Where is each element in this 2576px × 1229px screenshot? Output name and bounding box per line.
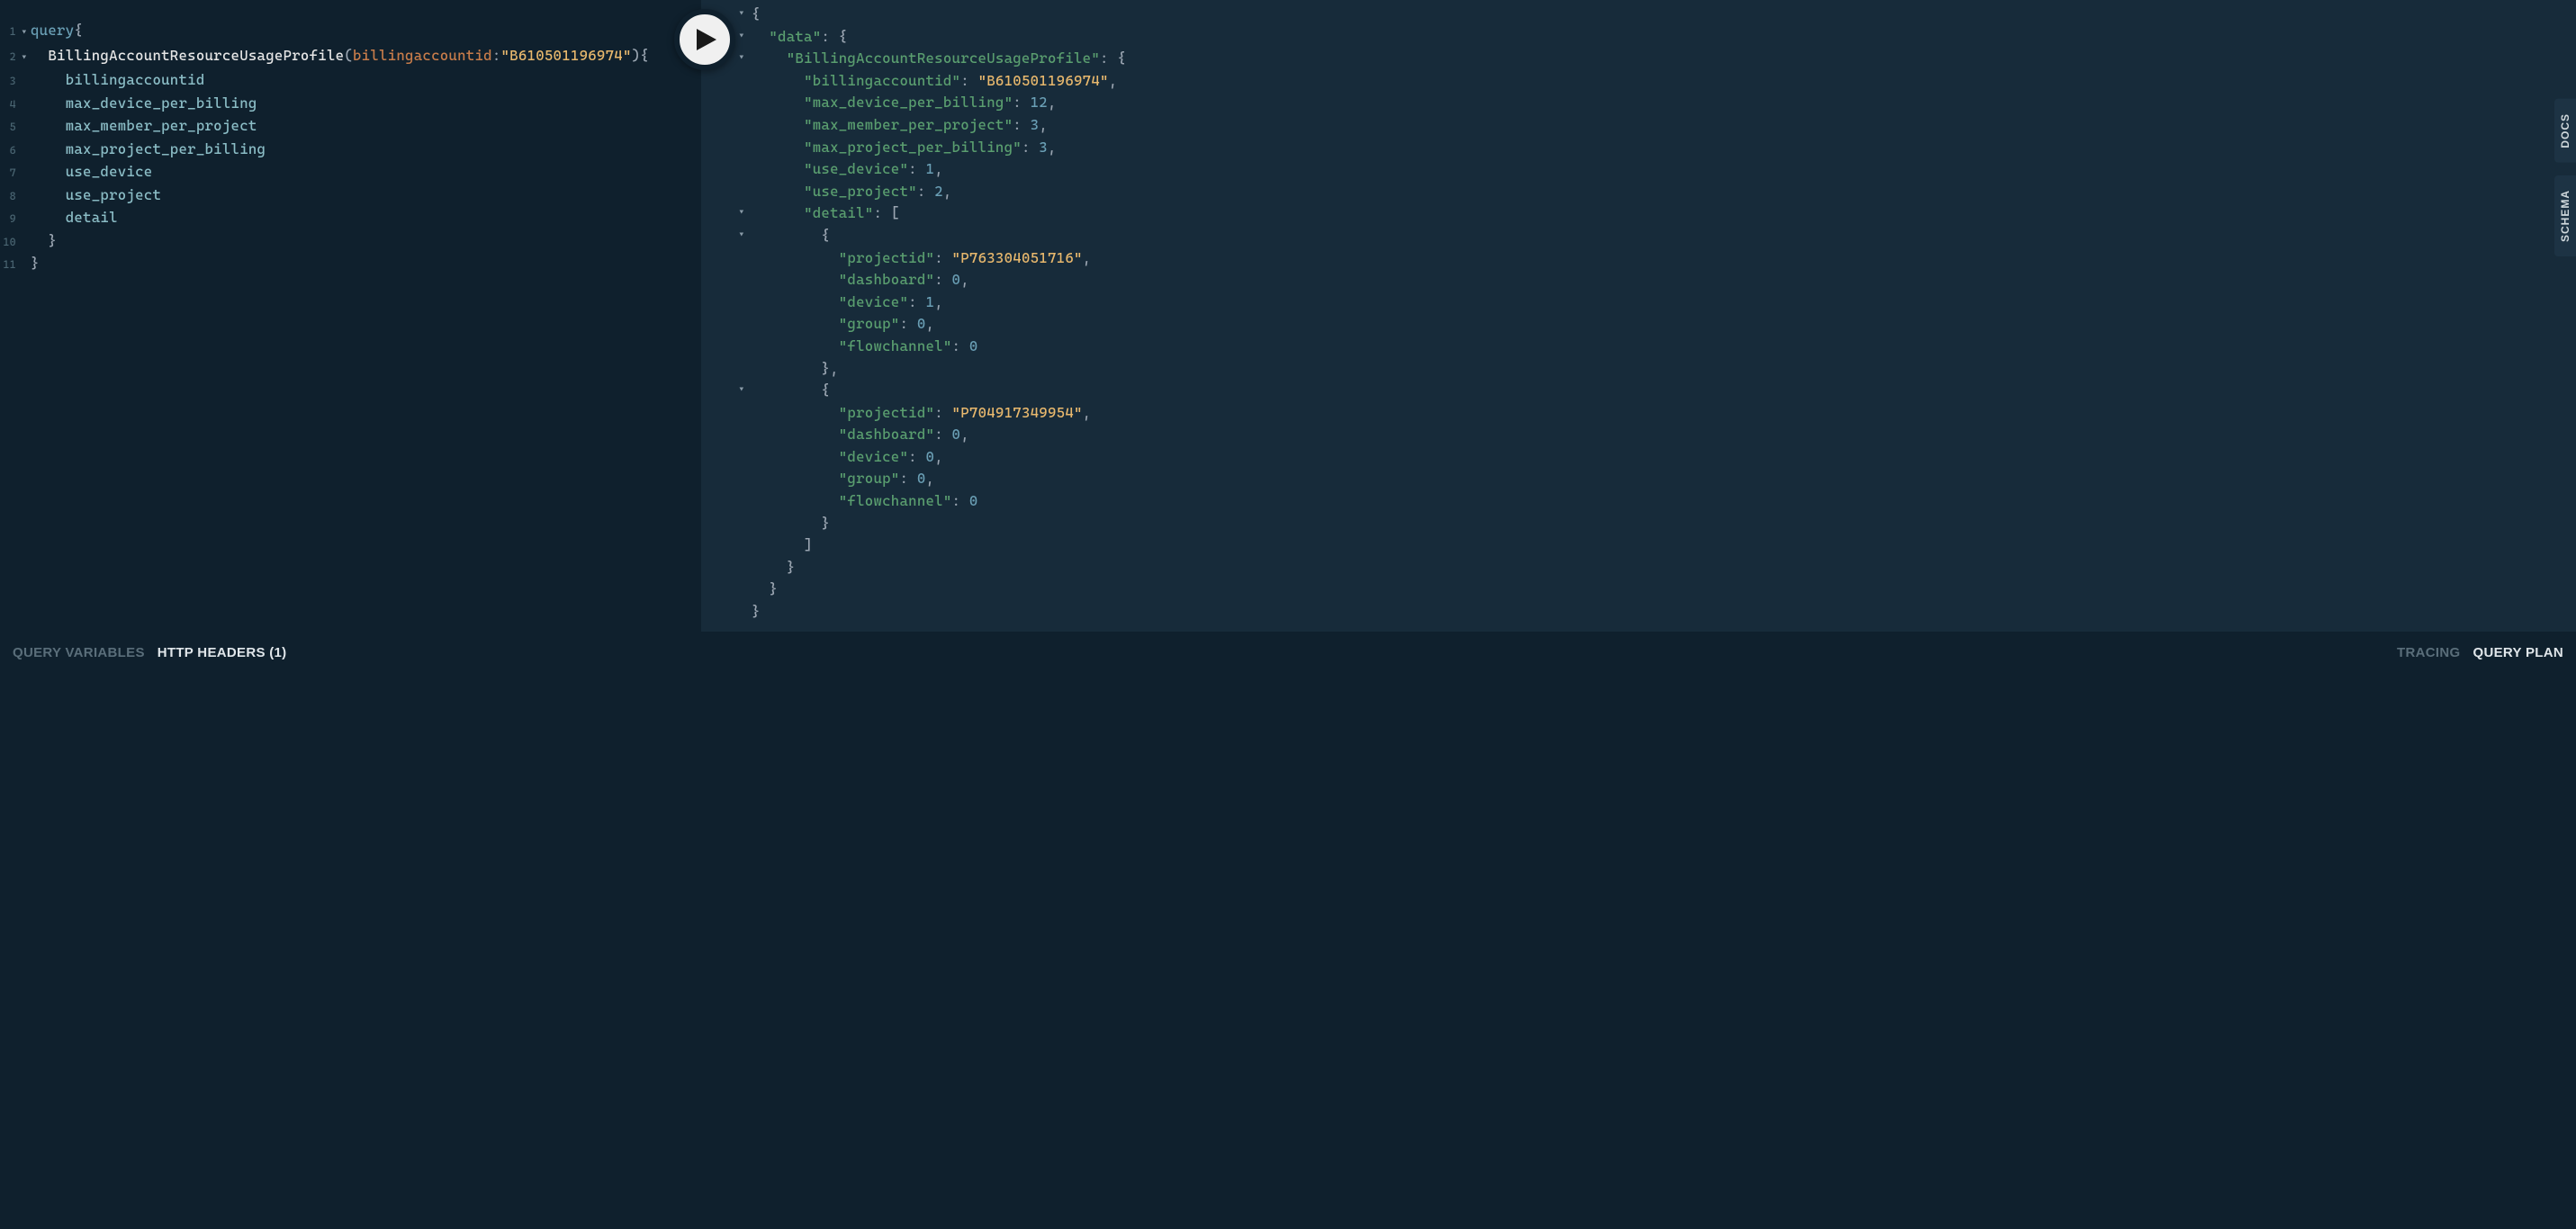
fold-toggle bbox=[701, 513, 752, 535]
result-line: "flowchannel": 0 bbox=[701, 336, 2576, 358]
fold-toggle bbox=[701, 247, 752, 270]
fold-toggle bbox=[701, 292, 752, 314]
editor-line[interactable]: 10 } bbox=[0, 230, 701, 254]
fold-toggle bbox=[701, 269, 752, 292]
query-variables-tab[interactable]: QUERY VARIABLES bbox=[13, 645, 145, 660]
execute-query-button[interactable] bbox=[674, 9, 735, 70]
result-line: "flowchannel": 0 bbox=[701, 490, 2576, 513]
line-number: 1 bbox=[0, 21, 18, 43]
editor-line[interactable]: 6 max_project_per_billing bbox=[0, 139, 701, 162]
result-line: "max_member_per_project": 3, bbox=[701, 114, 2576, 137]
fold-toggle[interactable]: ▾ bbox=[18, 48, 31, 70]
result-line: "dashboard": 0, bbox=[701, 424, 2576, 446]
fold-toggle bbox=[701, 358, 752, 381]
fold-toggle bbox=[701, 114, 752, 137]
result-line: ▾ "detail": [ bbox=[701, 202, 2576, 225]
result-line: "device": 1, bbox=[701, 292, 2576, 314]
result-line: "projectid": "P763304051716", bbox=[701, 247, 2576, 270]
fold-toggle bbox=[701, 534, 752, 557]
result-line: "use_device": 1, bbox=[701, 158, 2576, 181]
fold-toggle bbox=[701, 181, 752, 203]
result-line: } bbox=[701, 579, 2576, 601]
editor-line[interactable]: 11} bbox=[0, 253, 701, 276]
fold-toggle bbox=[701, 313, 752, 336]
fold-toggle[interactable]: ▾ bbox=[701, 202, 752, 225]
fold-toggle bbox=[701, 601, 752, 623]
fold-toggle[interactable]: ▾ bbox=[701, 225, 752, 247]
result-line: "billingaccountid": "B610501196974", bbox=[701, 70, 2576, 93]
result-line: "group": 0, bbox=[701, 468, 2576, 490]
line-number: 4 bbox=[0, 94, 18, 116]
schema-tab[interactable]: SCHEMA bbox=[2554, 175, 2576, 256]
fold-toggle bbox=[701, 446, 752, 469]
editor-line[interactable]: 7 use_device bbox=[0, 161, 701, 184]
result-line: ▾{ bbox=[701, 4, 2576, 26]
result-line: "dashboard": 0, bbox=[701, 269, 2576, 292]
editor-line[interactable]: 3 billingaccountid bbox=[0, 69, 701, 93]
result-viewer: ▾{▾ "data": {▾ "BillingAccountResourceUs… bbox=[701, 0, 2576, 623]
fold-toggle bbox=[701, 70, 752, 93]
fold-toggle bbox=[701, 402, 752, 425]
tracing-tab[interactable]: TRACING bbox=[2397, 645, 2460, 660]
line-number: 10 bbox=[0, 231, 18, 254]
line-number: 3 bbox=[0, 70, 18, 93]
editor-line[interactable]: 8 use_project bbox=[0, 184, 701, 208]
fold-toggle[interactable]: ▾ bbox=[18, 22, 31, 45]
fold-toggle bbox=[701, 490, 752, 513]
line-number: 7 bbox=[0, 162, 18, 184]
play-icon bbox=[695, 27, 718, 52]
editor-line[interactable]: 9 detail bbox=[0, 207, 701, 230]
fold-toggle bbox=[701, 336, 752, 358]
result-pane[interactable]: ▾{▾ "data": {▾ "BillingAccountResourceUs… bbox=[701, 0, 2576, 632]
result-line: }, bbox=[701, 358, 2576, 381]
result-line: ▾ "data": { bbox=[701, 26, 2576, 49]
query-editor[interactable]: 1▾query{2▾ BillingAccountResourceUsagePr… bbox=[0, 0, 701, 276]
footer-bar: QUERY VARIABLES HTTP HEADERS (1) TRACING… bbox=[0, 632, 2576, 673]
result-line: "projectid": "P704917349954", bbox=[701, 402, 2576, 425]
query-editor-pane[interactable]: 1▾query{2▾ BillingAccountResourceUsagePr… bbox=[0, 0, 701, 632]
result-line: ▾ { bbox=[701, 380, 2576, 402]
result-line: "group": 0, bbox=[701, 313, 2576, 336]
editor-line[interactable]: 5 max_member_per_project bbox=[0, 115, 701, 139]
fold-toggle[interactable]: ▾ bbox=[701, 380, 752, 402]
result-line: ] bbox=[701, 534, 2576, 557]
fold-toggle bbox=[701, 468, 752, 490]
line-number: 11 bbox=[0, 254, 18, 276]
line-number: 2 bbox=[0, 46, 18, 68]
editor-line[interactable]: 1▾query{ bbox=[0, 20, 701, 45]
result-line: } bbox=[701, 513, 2576, 535]
result-line: "use_project": 2, bbox=[701, 181, 2576, 203]
line-number: 8 bbox=[0, 185, 18, 208]
result-line: ▾ "BillingAccountResourceUsageProfile": … bbox=[701, 48, 2576, 70]
fold-toggle bbox=[701, 424, 752, 446]
result-line: ▾ { bbox=[701, 225, 2576, 247]
line-number: 6 bbox=[0, 139, 18, 162]
editor-line[interactable]: 2▾ BillingAccountResourceUsageProfile(bi… bbox=[0, 45, 701, 70]
result-line: } bbox=[701, 557, 2576, 579]
fold-toggle bbox=[701, 158, 752, 181]
result-line: "max_device_per_billing": 12, bbox=[701, 92, 2576, 114]
line-number: 9 bbox=[0, 208, 18, 230]
docs-tab[interactable]: DOCS bbox=[2554, 99, 2576, 163]
fold-toggle bbox=[701, 92, 752, 114]
line-number: 5 bbox=[0, 116, 18, 139]
http-headers-tab[interactable]: HTTP HEADERS (1) bbox=[158, 645, 287, 660]
result-line: "device": 0, bbox=[701, 446, 2576, 469]
result-line: "max_project_per_billing": 3, bbox=[701, 137, 2576, 159]
fold-toggle bbox=[701, 579, 752, 601]
fold-toggle bbox=[701, 137, 752, 159]
fold-toggle bbox=[701, 557, 752, 579]
query-plan-tab[interactable]: QUERY PLAN bbox=[2472, 645, 2563, 660]
editor-line[interactable]: 4 max_device_per_billing bbox=[0, 93, 701, 116]
result-line: } bbox=[701, 601, 2576, 623]
